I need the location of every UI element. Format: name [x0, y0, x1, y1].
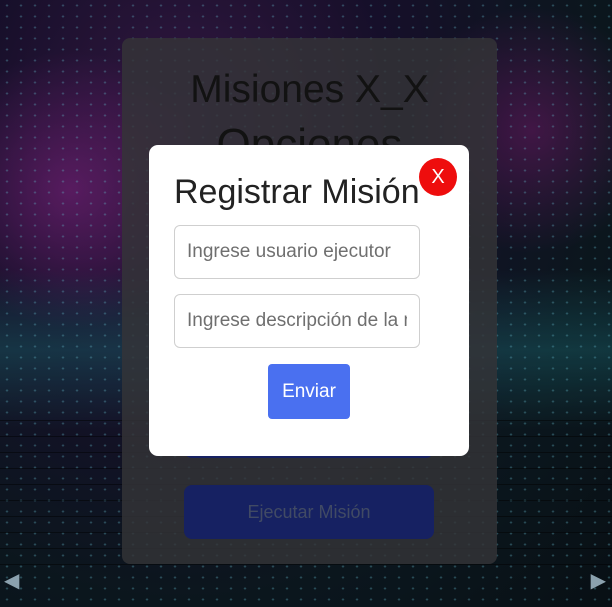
- mission-description-input[interactable]: [174, 294, 420, 348]
- register-mission-modal: Registrar Misión X Enviar: [149, 145, 469, 456]
- modal-title: Registrar Misión: [174, 173, 420, 211]
- close-button[interactable]: X: [419, 158, 457, 196]
- submit-button[interactable]: Enviar: [268, 364, 350, 419]
- executor-user-input[interactable]: [174, 225, 420, 279]
